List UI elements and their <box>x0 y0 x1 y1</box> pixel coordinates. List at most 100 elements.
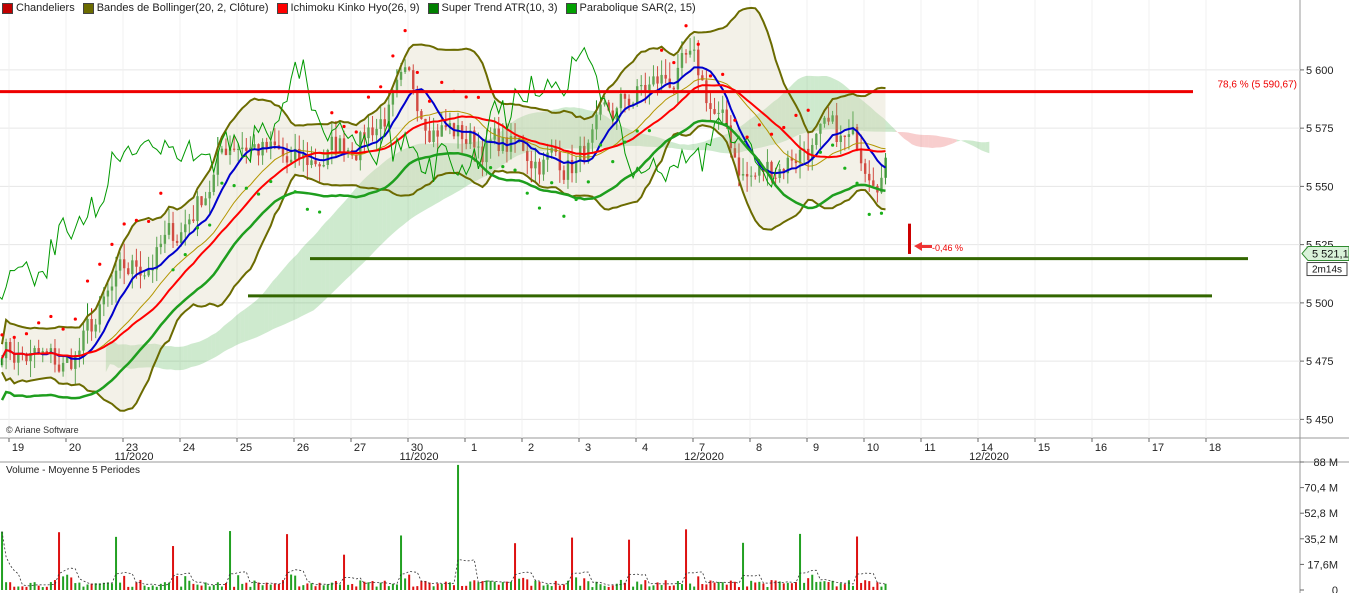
legend-item[interactable]: Chandeliers <box>2 2 75 14</box>
volume-bar <box>672 585 675 590</box>
legend-item[interactable]: Ichimoku Kinko Hyo(26, 9) <box>276 2 420 14</box>
volume-y-tick-label: 17,6M <box>1307 559 1338 571</box>
volume-bar <box>603 585 606 590</box>
sar-dot <box>769 132 774 136</box>
volume-bar <box>489 580 492 590</box>
x-tick-label: 17 <box>1152 442 1164 454</box>
volume-bar <box>66 574 69 590</box>
volume-bar <box>379 582 382 590</box>
cloud-segment <box>358 180 363 268</box>
volume-panel-title: Volume - Moyenne 5 Periodes <box>6 465 140 476</box>
sar-dot <box>427 99 432 103</box>
volume-bar <box>416 586 419 590</box>
legend-swatch <box>565 2 577 14</box>
volume-bar <box>725 584 728 590</box>
cloud-segment <box>166 346 171 370</box>
volume-bar <box>839 583 842 590</box>
volume-bar <box>21 586 24 590</box>
volume-bar <box>522 577 525 590</box>
volume-bar <box>70 577 73 590</box>
volume-bar <box>619 579 622 590</box>
volume-bar <box>461 585 464 590</box>
volume-bar <box>237 575 240 590</box>
volume-bar <box>277 584 280 590</box>
volume-bar <box>273 583 276 590</box>
sar-dot <box>391 54 395 58</box>
legend-item[interactable]: Parabolique SAR(2, 15) <box>565 2 696 14</box>
volume-y-tick-label: 70,4 M <box>1304 483 1338 495</box>
sar-dot <box>794 113 798 117</box>
legend-item[interactable]: Bandes de Bollinger(20, 2, Clôture) <box>82 2 269 14</box>
volume-bar <box>676 581 679 590</box>
volume-bar <box>758 581 761 590</box>
volume-bar <box>693 586 696 590</box>
sar-dot <box>647 129 651 133</box>
sar-dot <box>208 223 212 227</box>
cloud-segment <box>692 143 697 151</box>
volume-bar <box>37 585 40 590</box>
cloud-segment <box>932 135 937 148</box>
volume-bar <box>306 583 309 590</box>
volume-bar <box>326 584 329 590</box>
cloud-segment <box>346 195 351 280</box>
volume-bar <box>705 584 708 590</box>
volume-bar <box>534 580 537 590</box>
volume-bar <box>440 583 443 590</box>
cloud-segment <box>712 137 717 152</box>
volume-bar <box>799 533 802 590</box>
volume-bar <box>1 531 4 590</box>
volume-bar <box>387 586 390 590</box>
volume-bar <box>302 585 305 590</box>
volume-bar <box>611 585 614 590</box>
volume-bar <box>526 579 529 590</box>
volume-bar <box>477 582 480 590</box>
volume-bar <box>363 581 366 590</box>
sar-dot <box>574 197 578 202</box>
volume-bar <box>359 580 362 590</box>
volume-bar <box>607 586 610 590</box>
volume-y-tick-label: 52,8 M <box>1304 508 1338 520</box>
volume-bar <box>656 582 659 590</box>
sar-dot <box>721 72 725 76</box>
volume-bar <box>269 584 272 590</box>
volume-bar <box>395 584 398 590</box>
volume-bar <box>412 586 415 590</box>
volume-bar <box>245 582 248 590</box>
volume-bar <box>17 586 20 590</box>
sar-dot <box>696 42 700 46</box>
sar-dot <box>464 95 468 99</box>
volume-bar <box>62 576 65 590</box>
volume-bar <box>583 578 586 590</box>
sar-dot <box>415 70 419 75</box>
volume-bar <box>159 583 162 590</box>
month-label: 11/2020 <box>115 451 154 463</box>
x-tick-label: 16 <box>1095 442 1107 454</box>
volume-bar <box>452 585 455 590</box>
cloud-segment <box>203 337 208 364</box>
legend-label: Chandeliers <box>16 2 75 14</box>
volume-bar <box>746 586 749 590</box>
cloud-segment <box>350 190 355 276</box>
y-tick-label: 5 600 <box>1306 65 1334 77</box>
sar-dot <box>244 186 248 190</box>
volume-bar <box>717 581 720 590</box>
x-tick-label: 19 <box>12 442 24 454</box>
countdown-label: 2m14s <box>1312 265 1342 276</box>
x-tick-label: 25 <box>240 442 252 454</box>
volume-bar <box>518 578 521 590</box>
sar-dot <box>305 207 309 211</box>
sar-dot <box>379 85 383 89</box>
volume-bar <box>819 581 822 590</box>
volume-bar <box>9 582 12 590</box>
volume-bar <box>680 584 683 590</box>
volume-bar <box>115 536 118 590</box>
volume-bar <box>660 585 663 590</box>
sar-dot <box>562 214 566 218</box>
legend-item[interactable]: Super Trend ATR(10, 3) <box>427 2 558 14</box>
volume-bar <box>343 554 346 590</box>
sar-dot <box>598 143 603 147</box>
x-tick-label: 2 <box>528 442 534 454</box>
volume-bar <box>208 586 211 590</box>
volume-bar <box>45 586 48 590</box>
sar-dot <box>550 181 554 185</box>
